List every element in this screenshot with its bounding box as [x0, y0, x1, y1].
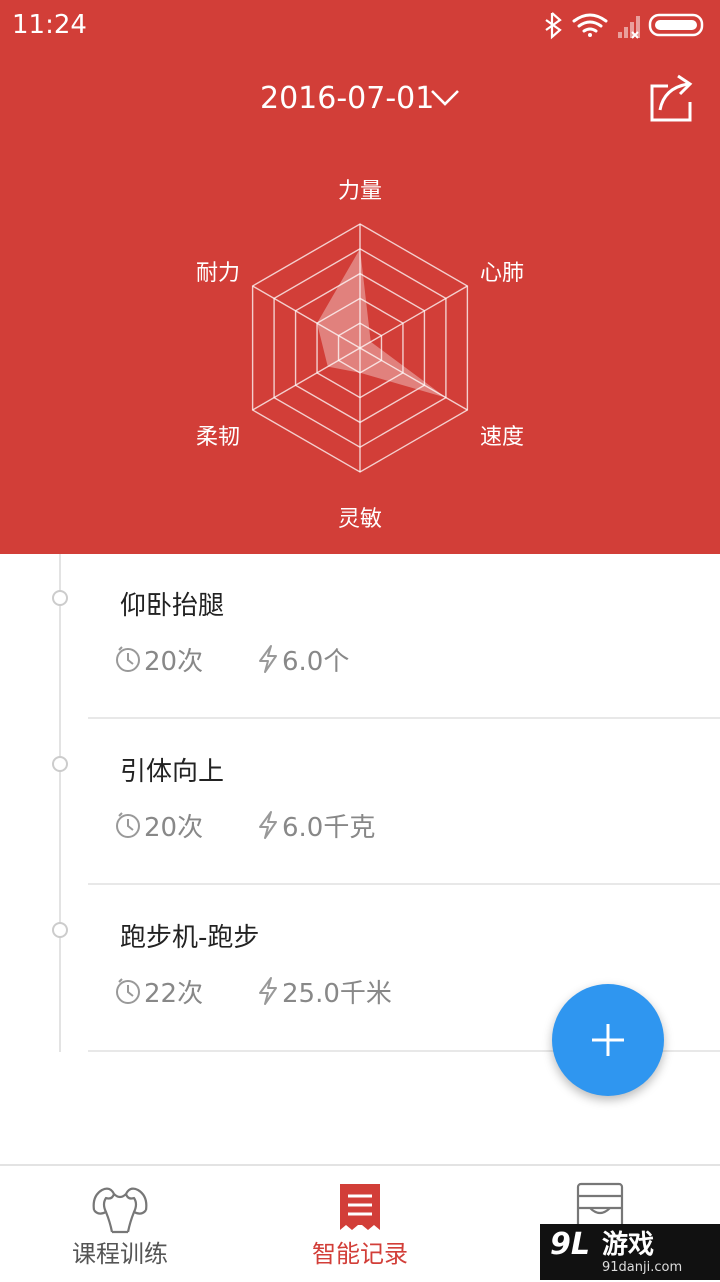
wifi-icon: [572, 13, 608, 37]
radar-panel: 力量 心肺 速度 灵敏 柔韧 耐力: [0, 148, 720, 554]
lightning-icon: [259, 645, 277, 673]
nav-item-records[interactable]: 智能记录: [240, 1166, 480, 1282]
watermark: 9L 游戏 91danji.com: [540, 1224, 720, 1280]
add-record-button[interactable]: [552, 984, 664, 1096]
status-bar: 11:24: [0, 0, 720, 50]
exercise-name: 跑步机-跑步: [120, 923, 260, 953]
radar-label: 心肺: [480, 261, 524, 286]
divider: [88, 717, 720, 719]
timeline-dot: [52, 756, 68, 772]
watermark-text: 游戏: [602, 1230, 655, 1260]
plus-icon: [592, 1024, 624, 1056]
load-stat: 25.0千米: [256, 974, 392, 1009]
load-stat: 6.0千克: [256, 808, 376, 843]
exercise-name: 引体向上: [120, 757, 225, 787]
status-time: 11:24: [12, 10, 87, 40]
date-text: 2016-07-01: [260, 81, 435, 116]
count-value: 20次: [144, 812, 204, 843]
signal-icon: [618, 16, 640, 39]
muscle-icon: [92, 1187, 148, 1234]
date-picker[interactable]: 2016-07-01: [250, 76, 470, 122]
count-value: 22次: [144, 978, 204, 1009]
count-stat: 22次: [114, 974, 204, 1009]
header: 2016-07-01: [0, 50, 720, 197]
nav-item-courses[interactable]: 课程训练: [0, 1166, 240, 1282]
battery-icon: [648, 13, 704, 37]
watermark-sub: 91danji.com: [602, 1260, 683, 1275]
count-stat: 20次: [114, 808, 204, 843]
lightning-icon: [259, 977, 277, 1005]
radar-label: 灵敏: [338, 507, 382, 532]
timer-icon: [116, 978, 140, 1004]
timeline-dot: [52, 922, 68, 938]
receipt-icon: [340, 1184, 380, 1230]
watermark-logo: 9L: [550, 1227, 590, 1262]
nav-label: 智能记录: [312, 1240, 408, 1268]
status-icons: [538, 8, 708, 42]
timeline-dot: [52, 590, 68, 606]
load-value: 25.0千米: [282, 978, 392, 1009]
nav-label: 课程训练: [72, 1240, 168, 1268]
timer-icon: [116, 812, 140, 838]
load-value: 6.0个: [282, 646, 350, 677]
radar-label: 柔韧: [196, 425, 240, 450]
lightning-icon: [259, 811, 277, 839]
list-item[interactable]: 仰卧抬腿 20次 6.0个: [0, 554, 720, 720]
radar-chart: 力量 心肺 速度 灵敏 柔韧 耐力: [196, 179, 524, 532]
timer-icon: [116, 646, 140, 672]
load-value: 6.0千克: [282, 812, 376, 843]
radar-label: 力量: [338, 179, 382, 204]
divider: [88, 883, 720, 885]
share-icon[interactable]: [644, 72, 700, 128]
radar-label: 耐力: [196, 261, 240, 286]
exercise-name: 仰卧抬腿: [120, 591, 225, 621]
chevron-down-icon: [431, 90, 459, 106]
list-item[interactable]: 引体向上 20次 6.0千克: [0, 720, 720, 886]
load-stat: 6.0个: [256, 642, 350, 677]
count-stat: 20次: [114, 642, 204, 677]
radar-axis: [359, 285, 468, 349]
radar-area: [317, 248, 446, 398]
radar-label: 速度: [480, 425, 524, 450]
bluetooth-icon: [545, 12, 562, 40]
count-value: 20次: [144, 646, 204, 677]
